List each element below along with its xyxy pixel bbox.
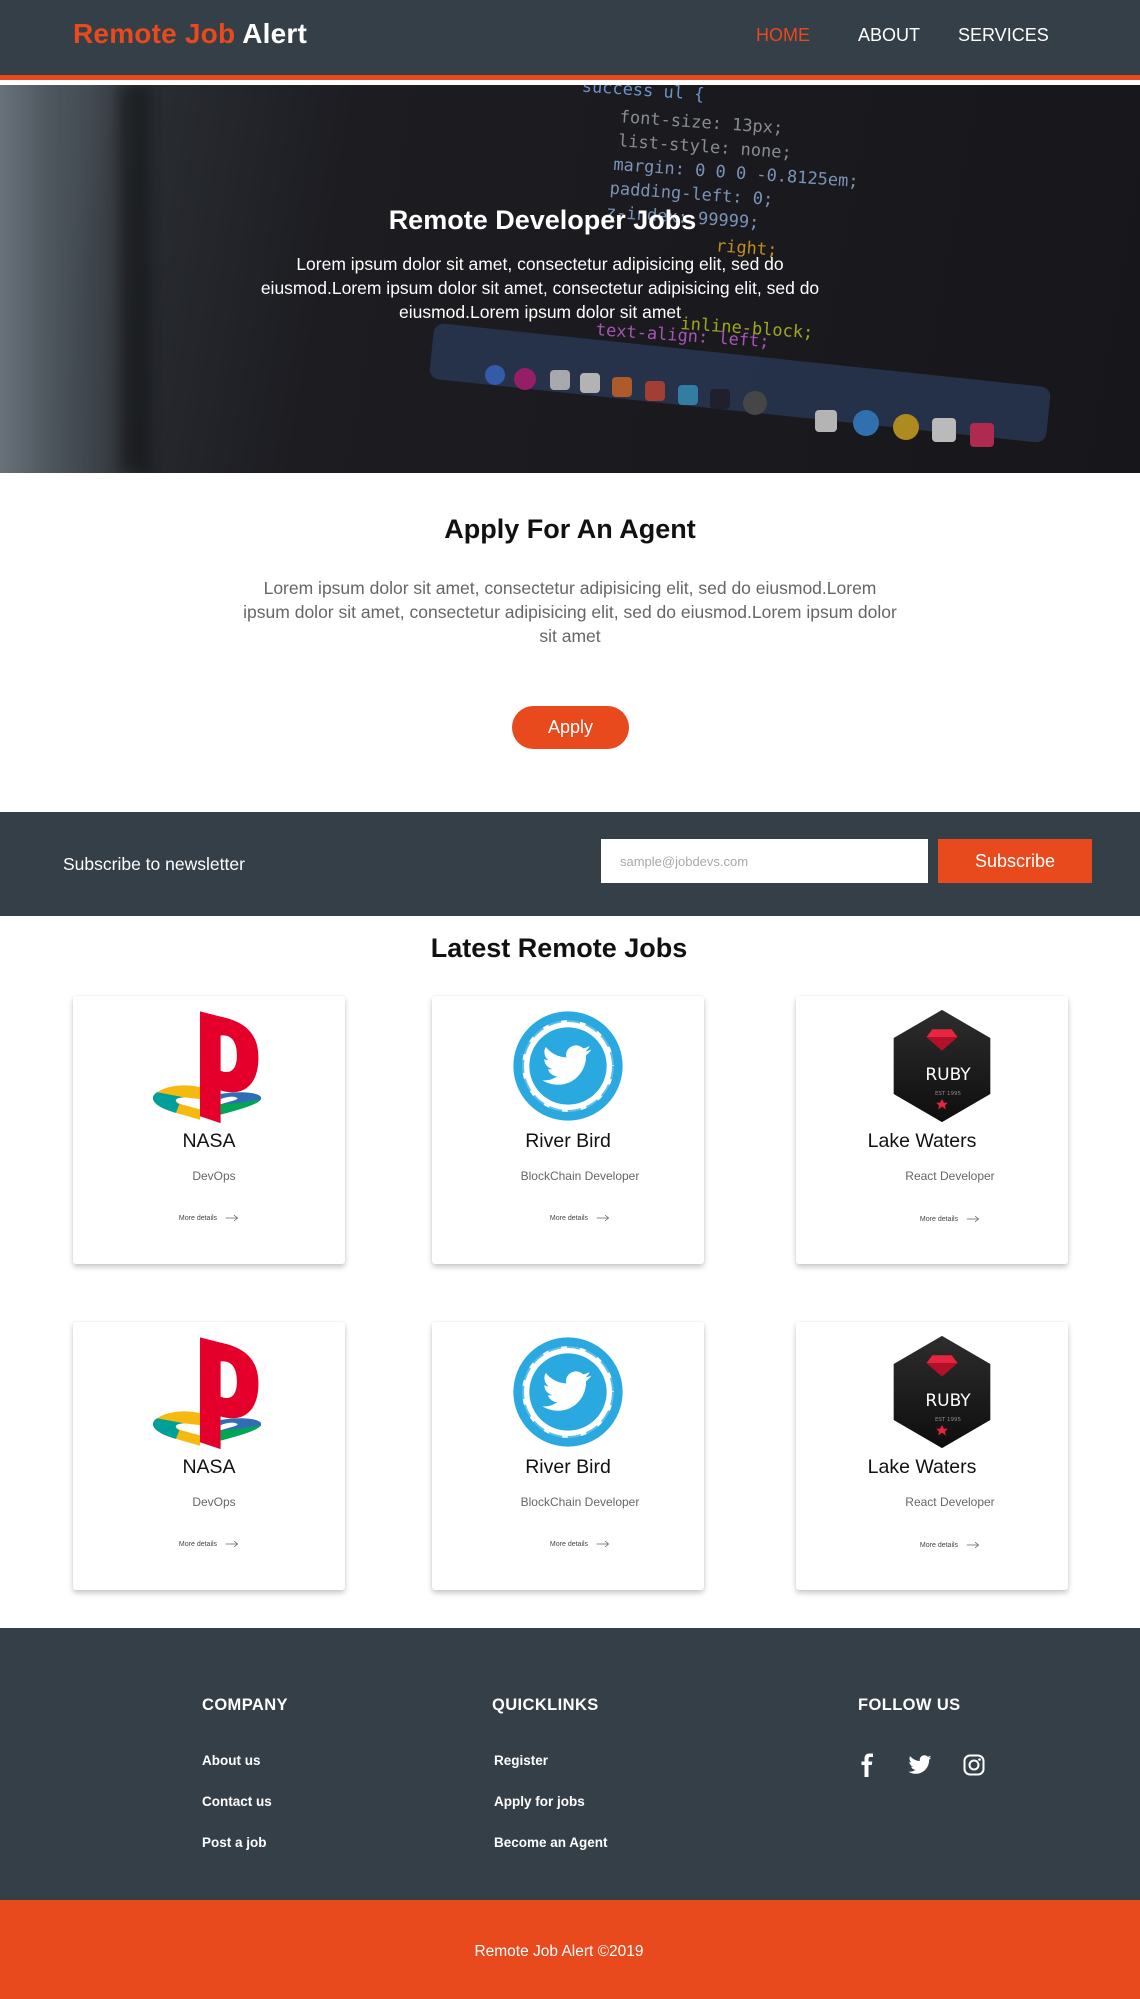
job-company-name: Lake Waters <box>867 1456 977 1478</box>
arrow-right-icon <box>966 1215 980 1223</box>
brand-part-1: Remote Job <box>73 18 236 49</box>
footer-link-register[interactable]: Register <box>494 1753 548 1768</box>
dock-app-icon <box>678 385 698 405</box>
job-card[interactable]: NASA DevOps More details <box>73 1322 345 1590</box>
newsletter-bar: Subscribe to newsletter Subscribe <box>0 812 1140 916</box>
nav-link-about[interactable]: ABOUT <box>858 25 920 46</box>
footer-link-apply-jobs[interactable]: Apply for jobs <box>494 1794 585 1809</box>
dock-app-icon <box>514 368 536 390</box>
footer-link-post-job[interactable]: Post a job <box>202 1835 267 1850</box>
brand-part-2: Alert <box>242 18 307 49</box>
brand-logo[interactable]: Remote Job Alert <box>73 18 307 50</box>
job-company-name: NASA <box>182 1456 236 1478</box>
footer-link-about[interactable]: About us <box>202 1753 261 1768</box>
hero-title: Remote Developer Jobs <box>388 205 697 235</box>
code-line: success ul { <box>581 85 705 105</box>
job-card[interactable]: River Bird BlockChain Developer More det… <box>432 1322 704 1590</box>
footer-heading-company: COMPANY <box>202 1696 288 1714</box>
twitter-icon[interactable] <box>908 1753 932 1777</box>
newsletter-email-input[interactable] <box>601 839 928 883</box>
more-details-label: More details <box>178 1540 218 1548</box>
twitter-bird-logo-icon <box>432 1008 704 1124</box>
hero-description: Lorem ipsum dolor sit amet, consectetur … <box>260 254 820 322</box>
twitter-bird-logo-icon <box>432 1334 704 1450</box>
dock-app-icon <box>970 423 994 447</box>
ruby-badge-est: EST 1995 <box>935 1417 962 1423</box>
ruby-badge-word: RUBY <box>925 1391 971 1411</box>
job-role: DevOps <box>192 1169 236 1183</box>
dock-app-icon <box>853 410 879 436</box>
agent-section-title: Apply For An Agent <box>444 514 696 544</box>
jobs-section-title: Latest Remote Jobs <box>430 933 688 963</box>
site-footer: COMPANY About us Contact us Post a job Q… <box>0 1628 1140 1900</box>
arrow-right-icon <box>966 1541 980 1549</box>
hero-banner: success ul { font-size: 13px; list-style… <box>0 85 1140 473</box>
job-company-name: Lake Waters <box>867 1130 977 1152</box>
arrow-right-icon <box>596 1540 610 1548</box>
ruby-hexagon-logo-icon: RUBY EST 1995 <box>893 1335 991 1449</box>
ruby-badge-word: RUBY <box>925 1065 971 1085</box>
job-company-name: NASA <box>182 1130 236 1152</box>
job-card[interactable]: RUBY EST 1995 Lake Waters React Develope… <box>796 1322 1068 1590</box>
job-role: React Developer <box>905 1169 995 1183</box>
more-details-link[interactable]: More details <box>814 1215 1086 1223</box>
dock-app-icon <box>485 365 505 385</box>
copyright-text: Remote Job Alert ©2019 <box>474 1943 644 1960</box>
more-details-label: More details <box>919 1541 959 1549</box>
dock-app-icon <box>893 414 919 440</box>
footer-heading-follow: FOLLOW US <box>858 1696 961 1714</box>
job-role: DevOps <box>192 1495 236 1509</box>
nav-link-services[interactable]: SERVICES <box>958 25 1049 46</box>
more-details-label: More details <box>178 1214 218 1222</box>
dock-app-icon <box>612 377 632 397</box>
dock-app-icon <box>815 410 837 432</box>
arrow-right-icon <box>225 1214 239 1222</box>
job-role: BlockChain Developer <box>520 1169 640 1183</box>
subscribe-button[interactable]: Subscribe <box>938 839 1092 883</box>
footer-link-contact[interactable]: Contact us <box>202 1794 272 1809</box>
job-role: React Developer <box>905 1495 995 1509</box>
more-details-link[interactable]: More details <box>444 1214 716 1222</box>
dock-app-icon <box>550 370 570 390</box>
agent-section-description: Lorem ipsum dolor sit amet, consectetur … <box>243 578 897 646</box>
more-details-link[interactable]: More details <box>73 1540 345 1548</box>
more-details-label: More details <box>549 1214 589 1222</box>
footer-heading-quicklinks: QUICKLINKS <box>492 1696 599 1714</box>
more-details-link[interactable]: More details <box>814 1541 1086 1549</box>
newsletter-label: Subscribe to newsletter <box>63 854 245 874</box>
instagram-icon[interactable] <box>962 1753 986 1777</box>
ruby-badge-est: EST 1995 <box>935 1091 962 1097</box>
job-role: BlockChain Developer <box>520 1495 640 1509</box>
more-details-label: More details <box>549 1540 589 1548</box>
copyright-bar: Remote Job Alert ©2019 <box>0 1900 1140 1999</box>
nav-link-home[interactable]: HOME <box>756 25 810 46</box>
playstation-logo-icon <box>152 1337 262 1450</box>
ruby-hexagon-logo-icon: RUBY EST 1995 <box>893 1009 991 1123</box>
job-card[interactable]: RUBY EST 1995 Lake Waters React Develope… <box>796 996 1068 1264</box>
job-card[interactable]: NASA DevOps More details <box>73 996 345 1264</box>
apply-button[interactable]: Apply <box>512 706 629 749</box>
arrow-right-icon <box>596 1214 610 1222</box>
footer-link-become-agent[interactable]: Become an Agent <box>494 1835 608 1850</box>
job-company-name: River Bird <box>525 1456 611 1478</box>
job-company-name: River Bird <box>525 1130 611 1152</box>
job-card[interactable]: River Bird BlockChain Developer More det… <box>432 996 704 1264</box>
dock-app-icon <box>743 391 767 415</box>
arrow-right-icon <box>225 1540 239 1548</box>
more-details-label: More details <box>919 1215 959 1223</box>
facebook-icon[interactable] <box>856 1753 880 1777</box>
more-details-link[interactable]: More details <box>444 1540 716 1548</box>
more-details-link[interactable]: More details <box>73 1214 345 1222</box>
playstation-logo-icon <box>152 1011 262 1124</box>
dock-app-icon <box>580 373 600 393</box>
top-navbar: Remote Job Alert HOME ABOUT SERVICES <box>0 0 1140 80</box>
dock-app-icon <box>932 418 956 442</box>
dock-app-icon <box>710 389 730 409</box>
dock-app-icon <box>645 381 665 401</box>
